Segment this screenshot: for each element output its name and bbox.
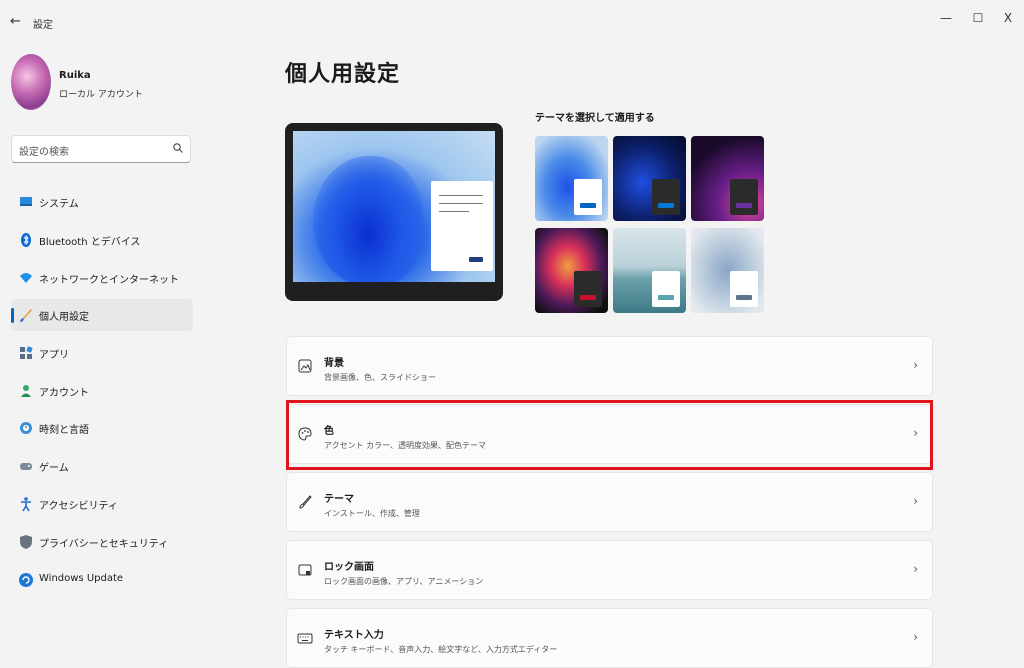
highlight-box bbox=[286, 400, 933, 470]
theme-thumbnail-flow[interactable] bbox=[691, 228, 764, 313]
card-subtitle: ロック画面の画像、アプリ、アニメーション bbox=[324, 577, 484, 586]
card-subtitle: タッチ キーボード、音声入力、絵文字など、入力方式エディター bbox=[324, 645, 558, 654]
theme-thumbnail-glow[interactable] bbox=[691, 136, 764, 221]
sidebar-item-accessibility[interactable]: アクセシビリティ bbox=[11, 488, 193, 520]
sidebar-item-personalization[interactable]: 個人用設定 bbox=[11, 299, 193, 331]
card-subtitle: 背景画像、色、スライドショー bbox=[324, 373, 436, 382]
maximize-button[interactable]: ☐ bbox=[964, 8, 992, 28]
sidebar-item-windows-update[interactable]: Windows Update bbox=[11, 564, 193, 596]
sidebar-item-system[interactable]: システム bbox=[11, 186, 193, 218]
preview-window-button bbox=[469, 257, 483, 262]
preview-window bbox=[431, 181, 493, 271]
card-title: テーマ bbox=[324, 494, 354, 505]
chevron-right-icon: › bbox=[913, 562, 918, 576]
lock-screen-icon bbox=[298, 564, 312, 576]
sidebar-item-label: ネットワークとインターネット bbox=[39, 275, 179, 286]
brush-icon bbox=[299, 495, 312, 509]
keyboard-icon bbox=[297, 633, 313, 644]
sidebar-item-gaming[interactable]: ゲーム bbox=[11, 450, 193, 482]
back-arrow-icon[interactable]: ← bbox=[10, 14, 21, 29]
theme-section-heading: テーマを選択して適用する bbox=[535, 113, 655, 124]
user-name: Ruika bbox=[59, 70, 91, 81]
account-type: ローカル アカウント bbox=[59, 90, 143, 100]
chevron-right-icon: › bbox=[913, 358, 918, 372]
sidebar-item-label: アクセシビリティ bbox=[39, 501, 118, 512]
sidebar-item-label: Bluetooth とデバイス bbox=[39, 237, 141, 248]
network-icon bbox=[20, 273, 32, 283]
card-title: テキスト入力 bbox=[324, 630, 384, 641]
sidebar-item-label: ゲーム bbox=[39, 463, 69, 474]
page-title: 個人用設定 bbox=[285, 62, 401, 87]
personalization-brush-icon bbox=[20, 309, 32, 322]
minimize-button[interactable]: — bbox=[932, 8, 960, 28]
sidebar-item-accounts[interactable]: アカウント bbox=[11, 375, 193, 407]
sidebar-item-label: アプリ bbox=[39, 350, 69, 361]
sidebar-item-apps[interactable]: アプリ bbox=[11, 337, 193, 369]
search-placeholder: 設定の検索 bbox=[19, 147, 69, 158]
sidebar-item-label: アカウント bbox=[39, 388, 89, 399]
card-text-input[interactable]: テキスト入力 タッチ キーボード、音声入力、絵文字など、入力方式エディター › bbox=[286, 608, 933, 668]
card-themes[interactable]: テーマ インストール、作成、管理 › bbox=[286, 472, 933, 532]
preview-wallpaper bbox=[293, 131, 495, 282]
sidebar-item-label: システム bbox=[39, 199, 79, 210]
search-input[interactable]: 設定の検索 bbox=[11, 135, 191, 163]
theme-preview bbox=[285, 123, 503, 301]
sidebar-item-network[interactable]: ネットワークとインターネット bbox=[11, 262, 193, 294]
sidebar-item-label: Windows Update bbox=[39, 573, 124, 584]
card-title: 背景 bbox=[324, 358, 344, 369]
windows-update-icon bbox=[19, 573, 33, 587]
card-title: ロック画面 bbox=[324, 562, 374, 573]
sidebar-item-label: プライバシーとセキュリティ bbox=[39, 539, 169, 550]
system-icon bbox=[20, 197, 32, 206]
card-subtitle: インストール、作成、管理 bbox=[324, 509, 420, 518]
bluetooth-icon bbox=[21, 233, 31, 247]
selected-indicator bbox=[11, 308, 14, 323]
card-background[interactable]: 背景 背景画像、色、スライドショー › bbox=[286, 336, 933, 396]
sidebar-item-bluetooth[interactable]: Bluetooth とデバイス bbox=[11, 224, 193, 256]
title-bar: ← 設定 — ☐ X bbox=[0, 0, 1024, 40]
bloom-wallpaper-shape bbox=[313, 156, 423, 282]
close-button[interactable]: X bbox=[994, 8, 1022, 28]
theme-thumbnail-windows-dark[interactable] bbox=[613, 136, 686, 221]
chevron-right-icon: › bbox=[913, 494, 918, 508]
search-icon[interactable] bbox=[172, 142, 184, 154]
theme-thumbnail-sunrise[interactable] bbox=[613, 228, 686, 313]
sidebar-item-time-language[interactable]: 時刻と言語 bbox=[11, 412, 193, 444]
card-lock-screen[interactable]: ロック画面 ロック画面の画像、アプリ、アニメーション › bbox=[286, 540, 933, 600]
sidebar-item-privacy[interactable]: プライバシーとセキュリティ bbox=[11, 526, 193, 558]
theme-thumbnail-windows-light[interactable] bbox=[535, 136, 608, 221]
picture-icon bbox=[298, 359, 312, 373]
sidebar-item-label: 個人用設定 bbox=[39, 312, 89, 323]
theme-thumbnail-captured-motion[interactable] bbox=[535, 228, 608, 313]
chevron-right-icon: › bbox=[913, 630, 918, 644]
account-icon bbox=[21, 385, 31, 397]
avatar[interactable] bbox=[11, 54, 51, 110]
privacy-shield-icon bbox=[20, 535, 32, 549]
accessibility-icon bbox=[21, 497, 31, 512]
sidebar-item-label: 時刻と言語 bbox=[39, 425, 89, 436]
apps-icon bbox=[20, 346, 33, 359]
time-language-icon bbox=[20, 422, 32, 434]
app-title: 設定 bbox=[33, 20, 53, 31]
gaming-icon bbox=[20, 463, 32, 470]
